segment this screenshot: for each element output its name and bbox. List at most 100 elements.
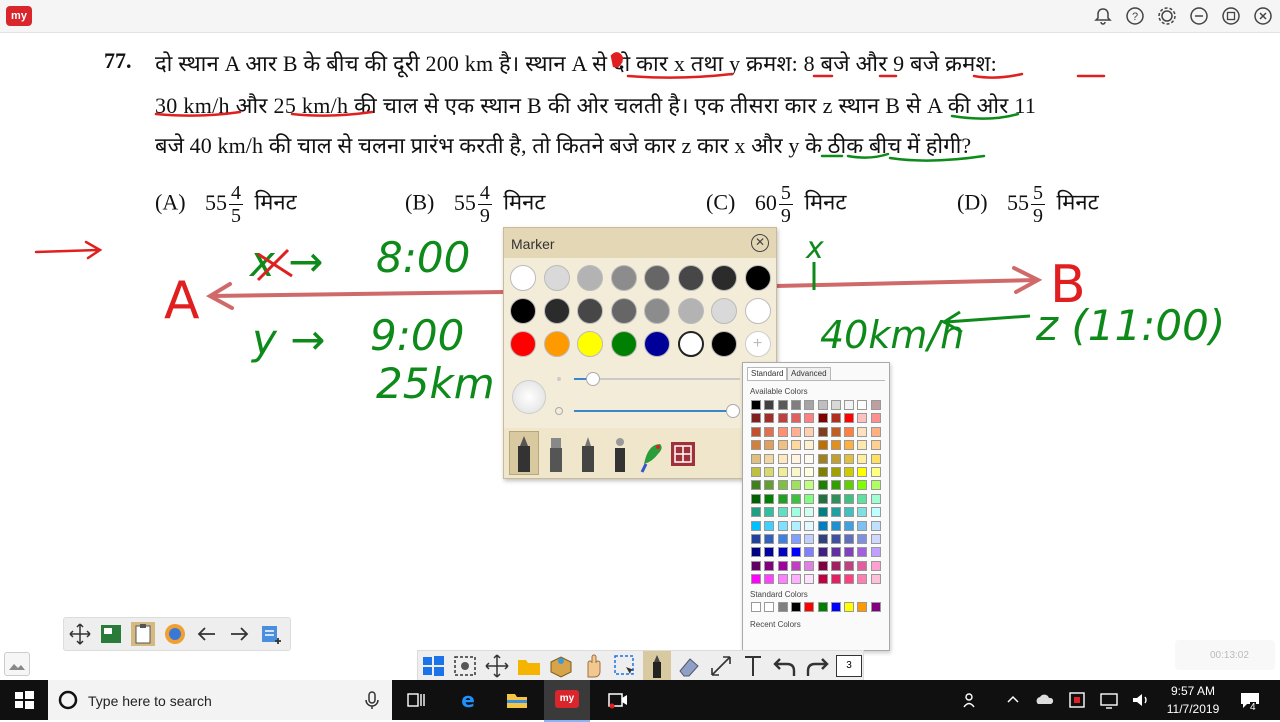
palette-color-cell[interactable]: [804, 520, 815, 531]
undo-icon[interactable]: [772, 653, 798, 679]
people-icon[interactable]: [960, 688, 984, 712]
standard-color-cell[interactable]: [817, 602, 828, 612]
palette-color-cell[interactable]: [804, 440, 815, 451]
palette-color-cell[interactable]: [790, 453, 801, 464]
onedrive-icon[interactable]: [1033, 688, 1057, 712]
palette-color-cell[interactable]: [857, 560, 868, 571]
palette-color-cell[interactable]: [777, 534, 788, 544]
marker-tool-2[interactable]: [544, 434, 568, 474]
palette-color-cell[interactable]: [857, 467, 868, 477]
palette-color-cell[interactable]: [830, 520, 841, 531]
palette-color-cell[interactable]: [777, 507, 788, 518]
color-swatch[interactable]: [744, 298, 771, 324]
color-swatch[interactable]: [711, 298, 737, 324]
palette-color-cell[interactable]: [830, 534, 841, 544]
marker-tool-4[interactable]: [608, 434, 632, 474]
palette-color-cell[interactable]: [777, 453, 788, 464]
add-color-button[interactable]: +: [744, 331, 771, 357]
standard-color-cell[interactable]: [830, 602, 841, 612]
color-swatch[interactable]: [644, 265, 670, 291]
palette-color-cell[interactable]: [844, 534, 855, 544]
palette-color-cell[interactable]: [844, 426, 855, 437]
color-swatch[interactable]: [577, 265, 603, 291]
color-swatch[interactable]: [543, 331, 570, 357]
palette-color-cell[interactable]: [830, 480, 841, 491]
palette-color-cell[interactable]: [751, 453, 761, 464]
palette-color-cell[interactable]: [751, 520, 761, 531]
color-swatch[interactable]: [677, 331, 704, 357]
color-swatch[interactable]: [744, 265, 771, 291]
palette-color-cell[interactable]: [857, 534, 868, 544]
color-swatch[interactable]: [610, 331, 637, 357]
hand-icon[interactable]: [580, 653, 606, 679]
add-page-icon[interactable]: [259, 622, 283, 646]
palette-color-cell[interactable]: [790, 520, 801, 531]
palette-color-cell[interactable]: [764, 400, 775, 410]
move-icon[interactable]: [68, 622, 92, 646]
palette-color-cell[interactable]: [790, 560, 801, 571]
windows-icon[interactable]: [420, 653, 446, 679]
palette-color-cell[interactable]: [830, 413, 841, 424]
palette-color-cell[interactable]: [844, 574, 855, 585]
eraser-icon[interactable]: [676, 653, 702, 679]
myapp-taskbar-icon[interactable]: my: [555, 690, 579, 708]
palette-color-cell[interactable]: [870, 520, 881, 531]
palette-color-cell[interactable]: [857, 574, 868, 585]
palette-color-cell[interactable]: [804, 467, 815, 477]
palette-color-cell[interactable]: [844, 453, 855, 464]
palette-color-cell[interactable]: [764, 520, 775, 531]
text-icon[interactable]: [740, 653, 766, 679]
palette-color-cell[interactable]: [764, 453, 775, 464]
clock-date[interactable]: 11/7/2019: [1163, 702, 1223, 716]
palette-color-cell[interactable]: [790, 413, 801, 424]
marker-tool-1[interactable]: [512, 434, 536, 474]
palette-color-cell[interactable]: [751, 400, 761, 410]
marker-close-button[interactable]: ✕: [751, 234, 769, 252]
palette-color-cell[interactable]: [830, 440, 841, 451]
palette-color-cell[interactable]: [790, 534, 801, 544]
palette-color-cell[interactable]: [751, 560, 761, 571]
palette-color-cell[interactable]: [790, 547, 801, 558]
palette-color-cell[interactable]: [764, 440, 775, 451]
palette-color-cell[interactable]: [804, 574, 815, 585]
palette-color-cell[interactable]: [830, 507, 841, 518]
standard-color-cell[interactable]: [777, 602, 788, 612]
palette-color-cell[interactable]: [777, 426, 788, 437]
palette-color-cell[interactable]: [777, 493, 788, 504]
palette-color-cell[interactable]: [817, 467, 828, 477]
palette-color-cell[interactable]: [817, 520, 828, 531]
palette-color-cell[interactable]: [764, 507, 775, 518]
tab-standard[interactable]: Standard: [747, 367, 788, 380]
standard-color-cell[interactable]: [790, 602, 801, 612]
standard-color-cell[interactable]: [870, 602, 881, 612]
palette-color-cell[interactable]: [804, 453, 815, 464]
pattern-icon[interactable]: [670, 434, 696, 474]
palette-color-cell[interactable]: [870, 400, 881, 410]
palette-color-cell[interactable]: [817, 507, 828, 518]
palette-color-cell[interactable]: [764, 547, 775, 558]
color-swatch[interactable]: [677, 265, 704, 291]
palette-color-cell[interactable]: [844, 493, 855, 504]
color-swatch[interactable]: [577, 331, 603, 357]
palette-color-cell[interactable]: [777, 574, 788, 585]
palette-color-cell[interactable]: [870, 574, 881, 585]
volume-icon[interactable]: [1129, 688, 1153, 712]
palette-color-cell[interactable]: [804, 426, 815, 437]
palette-color-cell[interactable]: [830, 426, 841, 437]
palette-color-cell[interactable]: [764, 467, 775, 477]
browser-icon[interactable]: [163, 622, 187, 646]
palette-color-cell[interactable]: [870, 440, 881, 451]
palette-color-cell[interactable]: [830, 560, 841, 571]
resize-icon[interactable]: [708, 653, 734, 679]
palette-color-cell[interactable]: [804, 493, 815, 504]
palette-color-cell[interactable]: [804, 400, 815, 410]
palette-color-cell[interactable]: [830, 547, 841, 558]
palette-color-cell[interactable]: [844, 467, 855, 477]
palette-color-cell[interactable]: [790, 493, 801, 504]
image-icon[interactable]: [4, 652, 30, 676]
palette-color-cell[interactable]: [857, 453, 868, 464]
palette-color-cell[interactable]: [790, 574, 801, 585]
palette-color-cell[interactable]: [790, 507, 801, 518]
palette-color-cell[interactable]: [777, 520, 788, 531]
palette-color-cell[interactable]: [764, 574, 775, 585]
